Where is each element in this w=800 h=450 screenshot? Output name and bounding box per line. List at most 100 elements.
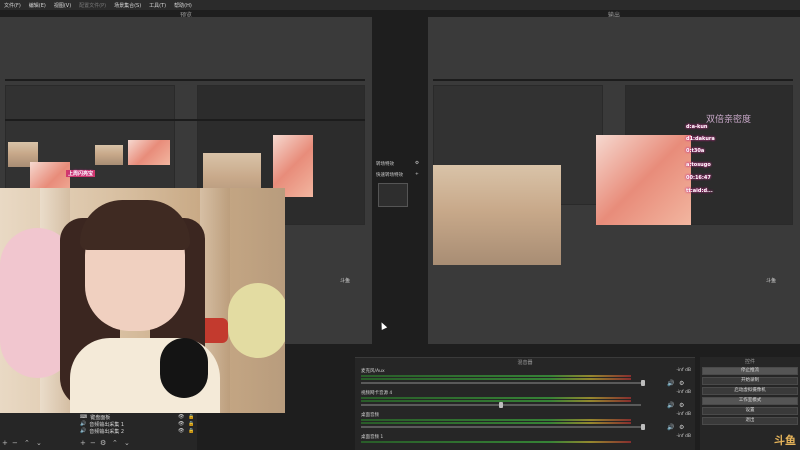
source-settings-icon[interactable]: ⚙ [100,439,106,447]
virtual-camera-button[interactable]: 启动虚拟摄像机 [702,387,798,395]
hair [80,200,190,250]
nested-anime-thumb [128,140,170,165]
nested-webcam-thumb [95,145,123,165]
overlay-line: 00:16:47 [686,175,711,181]
channel-db: -inf dB [676,390,691,395]
add-icon[interactable]: + [2,439,8,447]
transition-item[interactable]: 转场特效 [376,161,394,167]
nested-strip [5,79,365,81]
speaker-icon[interactable]: 🔊 [667,380,674,387]
menu-tools[interactable]: 工具(T) [149,2,166,9]
nested-watermark: 斗鱼 [340,278,351,284]
studio-mode-button[interactable]: 工作室模式 [702,397,798,405]
badge-label: 上周闪亮宝 [66,170,96,177]
lock-icon[interactable]: 🔒 [188,428,194,434]
eye-icon[interactable]: 👁 [178,421,184,427]
quick-transition-item[interactable]: 快速转场特效 [376,172,403,178]
level-meter [361,375,631,377]
double-anchor-title: 双倍亲密度 [706,115,752,125]
plus-icon[interactable]: + [415,172,419,177]
menu-profile[interactable]: 配置文件(P) [79,2,106,9]
webcam-feed [0,188,285,413]
speaker-icon: 🔊 [80,421,87,427]
menu-bar: 文件(F) 编辑(E) 视图(V) 配置文件(P) 场景集合(S) 工具(T) … [0,0,800,10]
source-item[interactable]: 🔊 音频输出采集 1 [80,421,125,428]
gear-icon[interactable]: ⚙ [679,402,684,409]
audio-mixer: 混音器 麦克风/Aux -inf dB 🔊 ⚙ 视频网卡音源 4 -inf dB… [355,357,695,450]
volume-knob[interactable] [641,380,645,386]
menu-help[interactable]: 帮助(H) [174,2,192,9]
source-label: 音频输出采集 1 [89,421,125,428]
up-icon[interactable]: ⌃ [24,439,30,447]
up-icon[interactable]: ⌃ [112,439,118,447]
volume-slider[interactable] [361,382,641,384]
add-source-icon[interactable]: + [80,439,86,447]
eye-icon[interactable]: 👁 [178,428,184,434]
menu-scene-collection[interactable]: 场景集合(S) [114,2,141,9]
mixer-channel: 麦克风/Aux -inf dB 🔊 ⚙ [361,368,691,390]
overlay-line: 0:t30a [686,148,705,154]
lock-icon[interactable]: 🔒 [188,421,194,427]
mouse-cursor [378,321,388,330]
eye-icon[interactable]: 👁 [178,414,184,420]
lock-icon[interactable]: 🔒 [188,414,194,420]
menu-file[interactable]: 文件(F) [4,2,21,9]
gear-icon[interactable]: ⚙ [679,380,684,387]
program-anime-overlay [596,135,691,225]
channel-db: -inf dB [676,412,691,417]
nested-watermark: 斗鱼 [766,278,777,284]
down-icon[interactable]: ⌄ [36,439,42,447]
overlay-line: d1:dakura [686,136,715,142]
channel-name: 桌面音频 [361,413,379,418]
transition-bar[interactable] [378,183,408,207]
channel-name: 桌面音频 1 [361,435,384,440]
nested-strip [5,119,365,121]
mixer-channel: 桌面音频 1 -inf dB [361,434,691,450]
nested-strip [433,79,793,81]
channel-name: 视频网卡音源 4 [361,391,393,396]
down-icon[interactable]: ⌄ [124,439,130,447]
level-meter [361,422,631,424]
level-meter [361,441,631,443]
plush-toy [228,283,285,358]
microphone [160,338,208,398]
level-meter [361,400,631,402]
remove-source-icon[interactable]: − [90,439,96,447]
speaker-icon[interactable]: 🔊 [667,402,674,409]
source-item[interactable]: ⌨ 键盘面板 [80,414,111,421]
channel-db: -inf dB [676,434,691,439]
source-label: 音频输出采集 2 [89,428,125,435]
mixer-title: 混音器 [517,360,533,366]
speaker-icon: 🔊 [80,428,87,434]
settings-button[interactable]: 设置 [702,407,798,415]
source-label: 键盘面板 [90,414,111,421]
keyboard-icon: ⌨ [80,414,88,420]
mixer-channel: 视频网卡音源 4 -inf dB 🔊 ⚙ [361,390,691,412]
level-meter [361,378,631,380]
gear-icon[interactable]: ⚙ [679,424,684,431]
overlay-line: tt:aid:d... [686,188,713,194]
level-meter [361,397,631,399]
program-webcam [433,165,561,265]
mixer-channel: 桌面音频 -inf dB 🔊 ⚙ [361,412,691,434]
menu-edit[interactable]: 编辑(E) [29,2,46,9]
douyu-watermark: 斗鱼 [774,434,796,447]
stop-streaming-button[interactable]: 停止推流 [702,367,798,375]
menu-view[interactable]: 视图(V) [54,2,71,9]
exit-button[interactable]: 退出 [702,417,798,425]
gear-icon[interactable]: ⚙ [415,161,419,166]
channel-name: 麦克风/Aux [361,369,385,374]
source-item[interactable]: 🔊 音频输出采集 2 [80,428,125,435]
volume-slider[interactable] [361,426,641,428]
overlay-line: a:tosugo [686,162,711,168]
start-recording-button[interactable]: 开始录制 [702,377,798,385]
overlay-line: d:a-kun [686,124,708,130]
channel-db: -inf dB [676,368,691,373]
remove-icon[interactable]: − [12,439,18,447]
volume-knob[interactable] [499,402,503,408]
controls-title: 控件 [744,359,755,365]
level-meter [361,419,631,421]
volume-knob[interactable] [641,424,645,430]
program-canvas: 双倍亲密度 d:a-kun d1:dakura 0:t30a a:tosugo … [428,17,800,344]
speaker-icon[interactable]: 🔊 [667,424,674,431]
